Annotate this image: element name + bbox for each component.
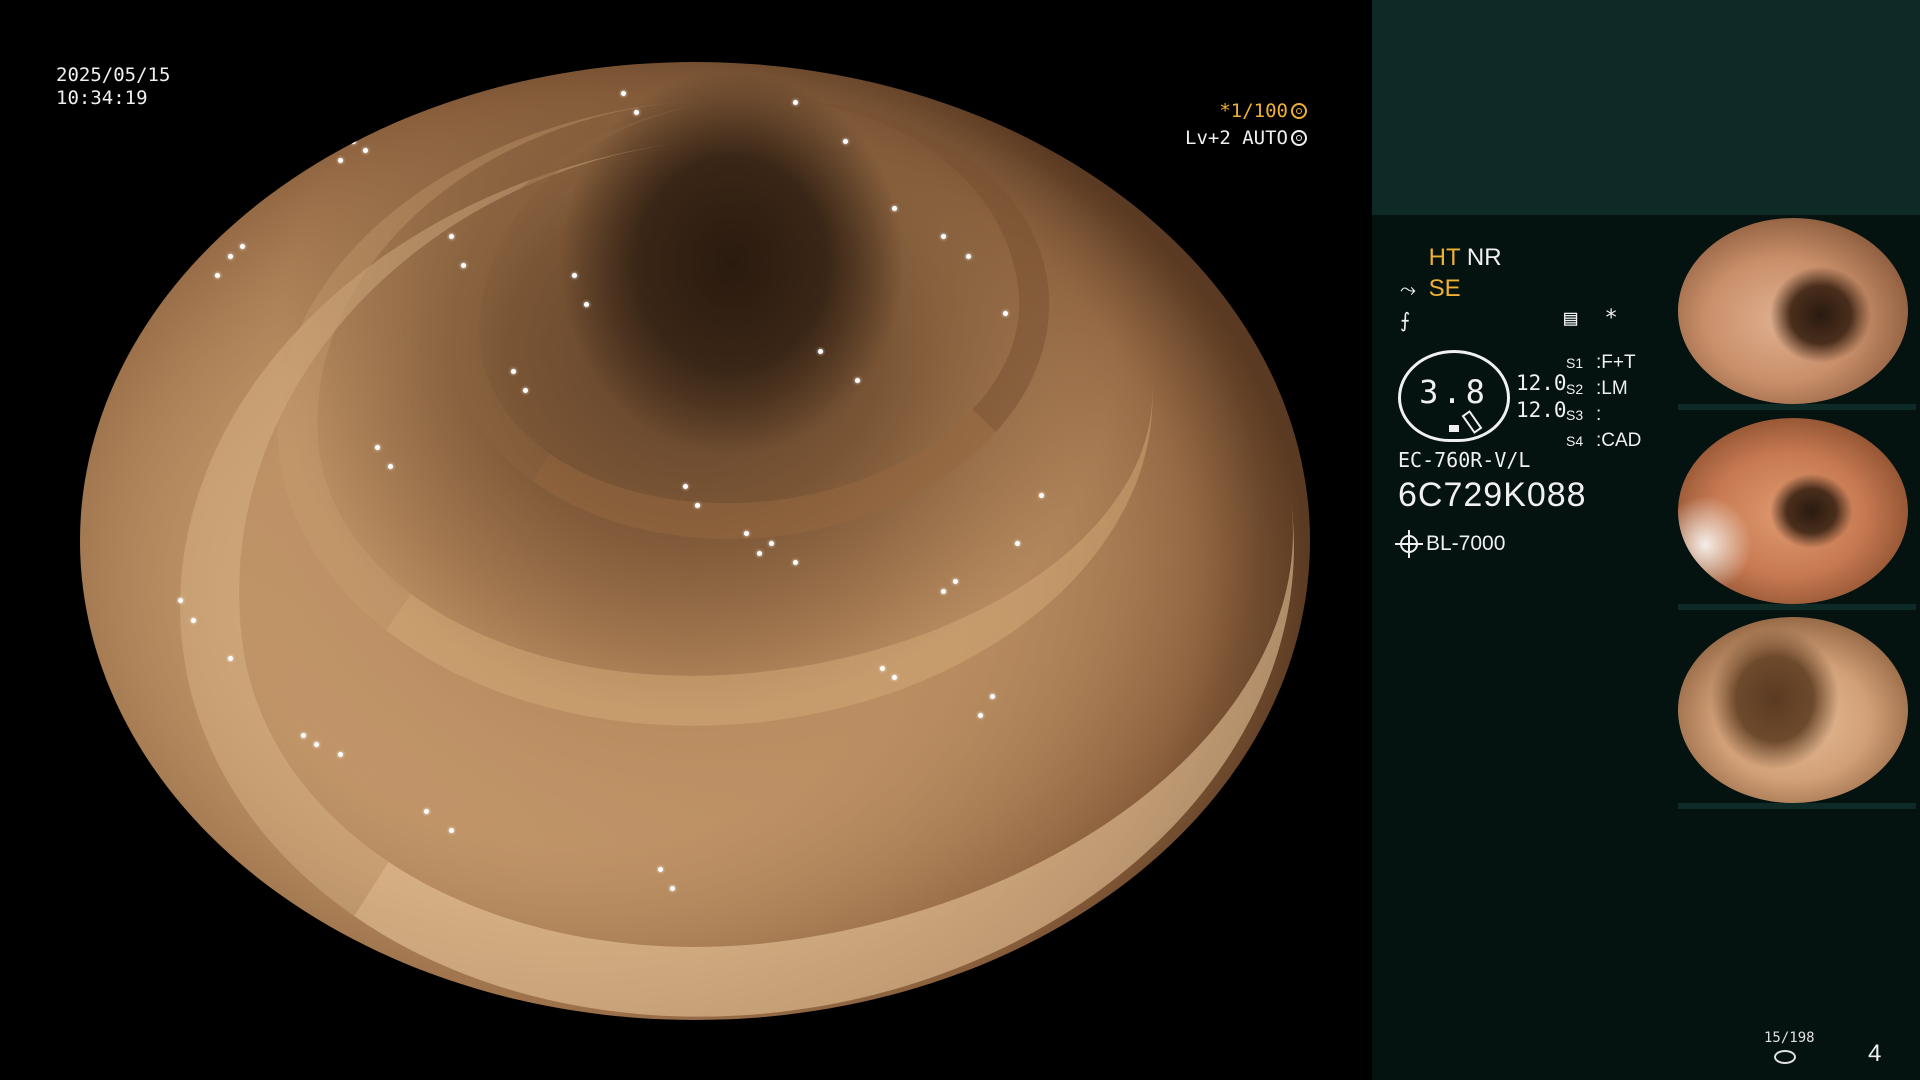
image-freeze-icon: ▤ <box>1564 306 1578 331</box>
specular-glint <box>215 272 221 278</box>
page-number: 4 <box>1868 1040 1882 1067</box>
shutter-row: *1/100 <box>1185 98 1307 125</box>
thumbnail-bar <box>1678 803 1916 809</box>
air-pressure-gauge: 3.8 <box>1398 350 1510 442</box>
endoscope-image <box>80 62 1310 1020</box>
gauge-needle-icon <box>1461 410 1483 434</box>
light-source: BL-7000 <box>1395 530 1506 558</box>
specular-glint <box>190 617 196 623</box>
scope-serial-number: 6C729K088 <box>1398 476 1587 514</box>
specular-glint <box>879 665 885 671</box>
specular-glint <box>941 588 946 594</box>
mode-line-1: HT NR <box>1400 242 1502 273</box>
thumbnail-image <box>1678 218 1908 404</box>
captured-thumbnail-3[interactable] <box>1669 615 1916 809</box>
specular-glint <box>350 138 356 144</box>
captured-thumbnail-1[interactable] <box>1669 216 1916 410</box>
scope-model: EC-760R-V/L <box>1398 448 1531 472</box>
datetime-overlay: 2025/05/15 10:34:19 <box>56 64 170 110</box>
scope-setting-s2: S2:LM <box>1566 378 1628 399</box>
date-text: 2025/05/15 <box>56 64 171 86</box>
specular-glint <box>1014 541 1020 546</box>
specular-glint <box>313 742 319 748</box>
thumbnail-bar <box>1678 404 1916 410</box>
specular-glint <box>572 272 577 278</box>
storage-icon <box>1774 1050 1796 1064</box>
shutter-icon <box>1290 103 1307 119</box>
live-endoscope-view: 2025/05/15 10:34:19 *1/100 Lv+2 AUTO <box>0 0 1372 1080</box>
specular-glint <box>695 502 700 508</box>
reading-2: 12.0 <box>1516 398 1567 422</box>
specular-glint <box>768 541 774 546</box>
image-counter: 15/198 <box>1764 1030 1815 1046</box>
thumbnail-image <box>1678 617 1908 803</box>
mode-ht: HT <box>1428 244 1461 271</box>
scope-setting-s4: S4:CAD <box>1566 430 1642 451</box>
mode-nr: NR <box>1466 244 1502 271</box>
specular-glint <box>1002 311 1008 317</box>
gauge-value: 3.8 <box>1419 373 1489 411</box>
time-text: 10:34:19 <box>56 87 148 109</box>
exposure-info: *1/100 Lv+2 AUTO <box>1185 98 1307 152</box>
specular-glint <box>756 550 762 556</box>
reading-1: 12.0 <box>1516 371 1567 395</box>
gauge-mark <box>1449 425 1459 432</box>
specular-glint <box>239 244 245 250</box>
mode-se: SE <box>1428 275 1461 302</box>
scope-switch-settings: S1:F+T S2:LM S3: S4:CAD <box>1566 350 1641 454</box>
iris-row: Lv+2 AUTO <box>1185 125 1307 152</box>
iris-mode: Lv+2 AUTO <box>1185 127 1288 149</box>
enhance-icon: ⤳ <box>1400 279 1416 301</box>
panel-header-band <box>1372 0 1920 215</box>
mode-line-2: ⤳ SE <box>1400 273 1502 304</box>
specular-glint <box>682 483 688 489</box>
specular-glint <box>621 90 627 96</box>
specular-glint <box>227 253 233 259</box>
specular-glint <box>891 675 897 681</box>
specular-glint <box>891 205 897 211</box>
specular-glint <box>633 109 639 115</box>
light-source-icon <box>1395 530 1423 558</box>
iris-icon <box>1290 130 1307 146</box>
specular-glint <box>387 464 393 470</box>
filter-icon: ⨍ <box>1400 310 1411 332</box>
specular-glint <box>522 387 528 393</box>
thumbnail-bar <box>1678 604 1916 610</box>
specular-glint <box>362 148 368 154</box>
gauge-readings: 12.0 12.0 <box>1516 370 1567 424</box>
specular-glint <box>338 157 344 163</box>
specular-glint <box>854 378 860 384</box>
asterisk-mark: * <box>1604 306 1618 331</box>
captured-thumbnail-2[interactable] <box>1669 416 1916 610</box>
shutter-speed: *1/100 <box>1219 100 1288 122</box>
image-mode-block: HT NR ⤳ SE ⨍ <box>1400 242 1502 335</box>
thumbnail-image <box>1678 418 1908 604</box>
freeze-status: ▤ * <box>1564 306 1632 331</box>
specular-glint <box>510 368 516 374</box>
mode-line-3: ⨍ <box>1400 304 1502 335</box>
specular-glint <box>658 866 664 872</box>
scope-setting-s1: S1:F+T <box>1566 352 1636 373</box>
specular-glint <box>227 655 233 661</box>
scope-setting-s3: S3: <box>1566 404 1602 425</box>
specular-glint <box>584 301 590 307</box>
specular-glint <box>842 138 848 144</box>
light-source-model: BL-7000 <box>1426 532 1506 555</box>
specular-glint <box>965 253 971 259</box>
